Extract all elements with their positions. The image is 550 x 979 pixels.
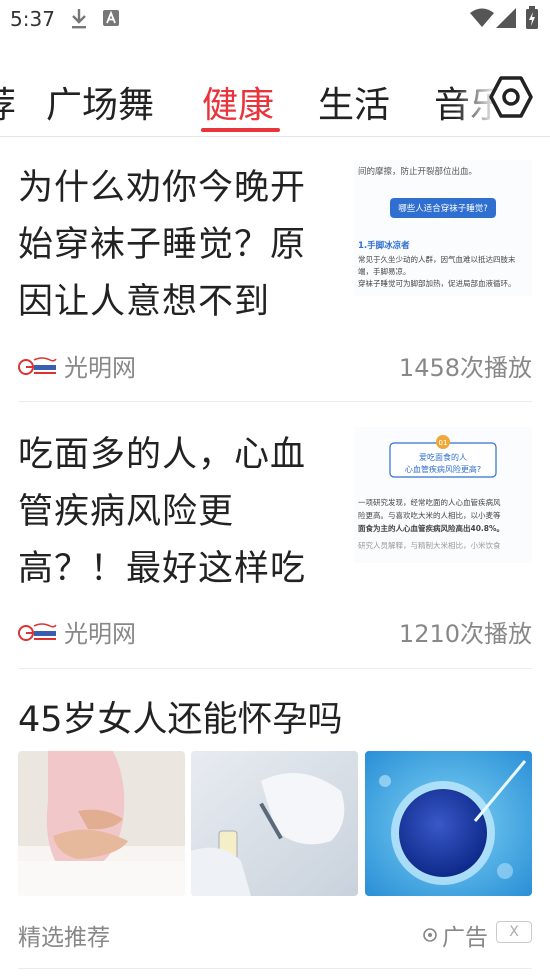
thumbnail-infographic: 间的摩擦，防止开裂部位出血。 哪些人适合穿袜子睡觉? 1.手脚冰凉者 常见于久坐… — [354, 160, 532, 296]
article-source: 光明网 — [18, 348, 136, 383]
ad-info-icon — [423, 928, 437, 942]
article-thumbnail[interactable]: 01 爱吃面食的人 心血管疾病风险更高? 一项研究发现，经常吃面的人心血管疾病风… — [354, 427, 532, 563]
ad-label: 广告 — [421, 918, 488, 952]
article-thumbnail[interactable]: 间的摩擦，防止开裂部位出血。 哪些人适合穿袜子睡觉? 1.手脚冰凉者 常见于久坐… — [354, 160, 532, 296]
thumb-text: 面食为主的人心血管疾病风险高出40.8%。 — [358, 523, 504, 533]
thumb-text: 心血管疾病风险更高? — [405, 464, 481, 474]
status-time: 5:37 — [10, 7, 55, 31]
ad-footer: 精选推荐 广告 X — [18, 918, 532, 951]
feed-divider — [18, 401, 532, 402]
close-ad-button[interactable]: X — [496, 921, 532, 943]
ad-photo-lab — [191, 751, 358, 896]
tab-life[interactable]: 生活 — [318, 76, 390, 128]
battery-icon — [526, 6, 538, 29]
gear-icon[interactable] — [488, 74, 534, 120]
article-source: 光明网 — [18, 614, 136, 649]
thumb-text: 01 — [439, 439, 448, 447]
ad-photo-cell — [365, 751, 532, 896]
thumb-text: 爱吃面食的人 — [419, 452, 467, 462]
ad-image-2[interactable] — [191, 751, 358, 896]
thumb-text: 间的摩擦，防止开裂部位出血。 — [358, 166, 477, 177]
active-tab-indicator — [201, 128, 280, 132]
thumb-text: 研究人员解释，与精制大米相比，小米饮食 — [358, 540, 501, 550]
ad-photo-woman — [18, 751, 185, 896]
thumb-text: 穿袜子睡觉可为脚部加热，促进局部血液循环。 — [358, 278, 516, 288]
source-name: 光明网 — [64, 620, 136, 648]
thumb-text: 1.手脚冰凉者 — [358, 240, 410, 251]
thumb-text: 一项研究发现，经常吃面的人心血管疾病风 — [358, 497, 501, 507]
feed-divider — [18, 668, 532, 669]
tab-partial[interactable]: 荐 — [0, 76, 16, 128]
ad-recommend-label: 精选推荐 — [18, 925, 110, 951]
thumbnail-infographic: 01 爱吃面食的人 心血管疾病风险更高? 一项研究发现，经常吃面的人心血管疾病风… — [354, 427, 532, 563]
ad-label-text: 广告 — [442, 925, 488, 951]
font-icon — [103, 10, 119, 26]
article-card[interactable]: 吃面多的人，心血管疾病风险更高？！最好这样吃 01 爱吃面食的人 心血管疾病风险… — [18, 427, 532, 657]
thumb-text: 哪些人适合穿袜子睡觉? — [398, 203, 488, 214]
play-count: 1210次播放 — [398, 620, 532, 648]
article-title[interactable]: 吃面多的人，心血管疾病风险更高？！最好这样吃 — [18, 427, 318, 598]
thumb-text: 常见于久坐少动的人群，因气血难以抵达四肢末 — [358, 254, 516, 264]
download-icon — [72, 9, 86, 29]
ad-image-1[interactable] — [18, 751, 185, 896]
guangming-logo — [18, 622, 57, 641]
category-tabs: 荐 广场舞 健康 生活 音乐 — [0, 58, 550, 137]
status-bar: 5:37 — [0, 0, 550, 38]
guangming-logo — [18, 356, 57, 375]
tab-health[interactable]: 健康 — [202, 76, 274, 128]
thumb-text: 险更高。与喜欢吃大米的人相比，以小麦等 — [358, 510, 501, 520]
thumb-text: 端，手脚易凉。 — [358, 266, 411, 276]
ad-title[interactable]: 45岁女人还能怀孕吗 — [18, 691, 343, 742]
ad-image-3[interactable] — [365, 751, 532, 896]
signal-icon — [496, 8, 516, 28]
wifi-icon — [470, 8, 494, 27]
tab-square-dance[interactable]: 广场舞 — [46, 76, 154, 128]
source-name: 光明网 — [64, 354, 136, 382]
play-count: 1458次播放 — [398, 354, 532, 382]
article-title[interactable]: 为什么劝你今晚开始穿袜子睡觉？原因让人意想不到 — [18, 160, 336, 331]
article-card[interactable]: 为什么劝你今晚开始穿袜子睡觉？原因让人意想不到 间的摩擦，防止开裂部位出血。 哪… — [18, 160, 532, 390]
feed-divider — [18, 968, 532, 969]
